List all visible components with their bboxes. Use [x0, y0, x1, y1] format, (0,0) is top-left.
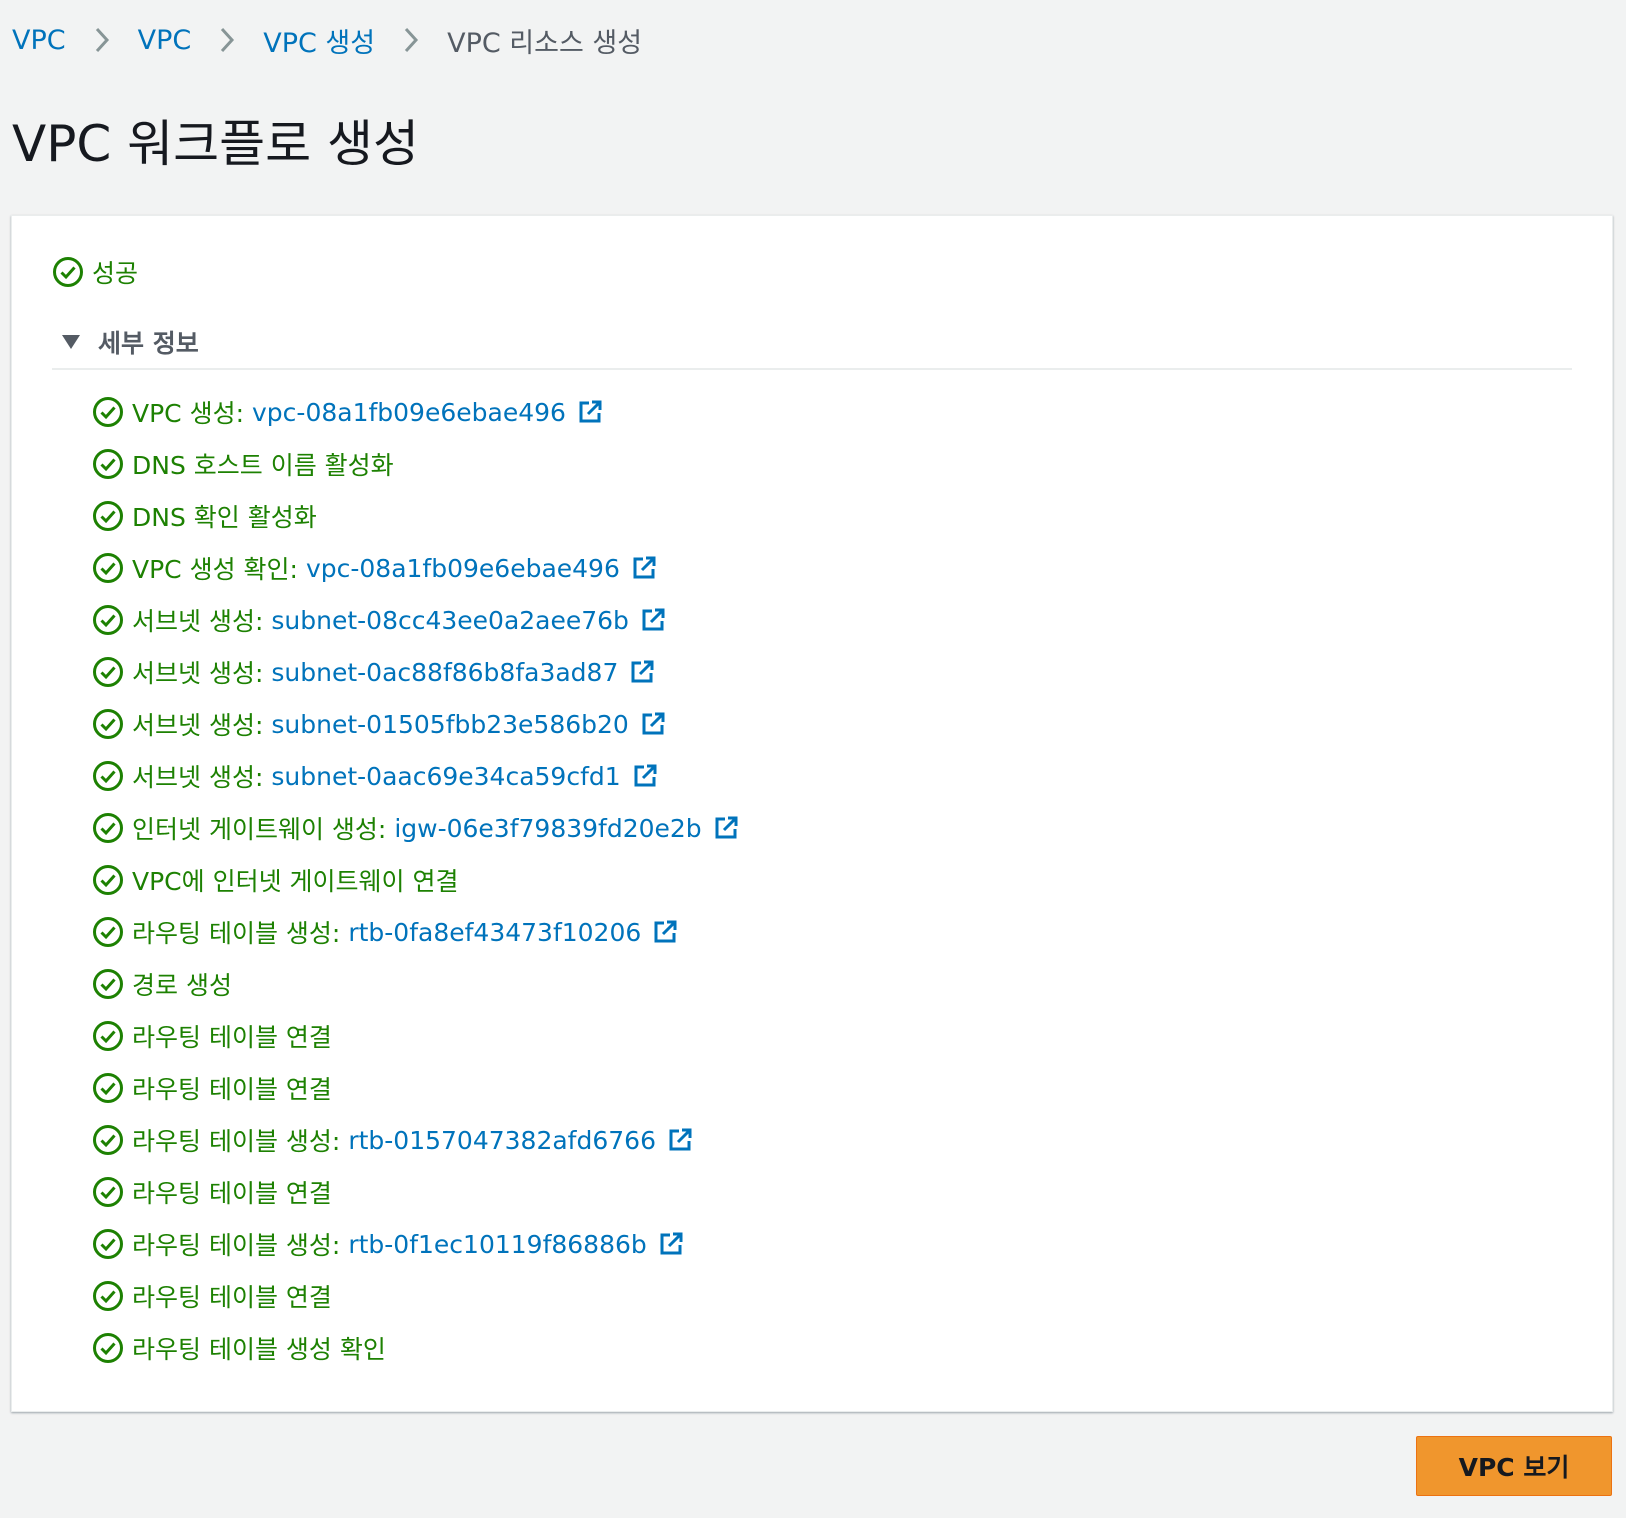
step-item: DNS 확인 활성화 [92, 490, 740, 542]
step-item: VPC 생성: vpc-08a1fb09e6ebae496 [92, 386, 740, 438]
breadcrumb: VPC VPC VPC 생성 VPC 리소스 생성 [12, 18, 642, 62]
step-item: 라우팅 테이블 생성: rtb-0157047382afd6766 [92, 1114, 740, 1166]
check-circle-icon [92, 604, 124, 636]
chevron-right-icon [375, 18, 447, 62]
breadcrumb-vpc-home[interactable]: VPC [12, 25, 66, 56]
resource-id-link[interactable]: vpc-08a1fb09e6ebae496 [306, 554, 620, 583]
resource-id-link[interactable]: rtb-0f1ec10119f86886b [348, 1230, 646, 1259]
step-label: 경로 생성 [132, 971, 232, 1000]
external-link-icon[interactable] [630, 554, 658, 582]
check-circle-icon [92, 1280, 124, 1312]
step-item: 라우팅 테이블 연결 [92, 1010, 740, 1062]
step-label: DNS 호스트 이름 활성화 [132, 451, 394, 480]
step-label: 라우팅 테이블 생성: [132, 919, 341, 948]
check-circle-icon [92, 500, 124, 532]
status-label: 성공 [92, 259, 139, 288]
step-list: VPC 생성: vpc-08a1fb09e6ebae496 DNS 호스트 이름 활… [92, 386, 740, 1374]
check-circle-icon [92, 1020, 124, 1052]
external-link-icon[interactable] [712, 814, 740, 842]
step-label: 라우팅 테이블 연결 [132, 1179, 332, 1208]
check-circle-icon [52, 256, 84, 288]
step-item: 서브넷 생성: subnet-08cc43ee0a2aee76b [92, 594, 740, 646]
step-label: 라우팅 테이블 연결 [132, 1075, 332, 1104]
check-circle-icon [92, 916, 124, 948]
check-circle-icon [92, 448, 124, 480]
step-item: 라우팅 테이블 생성 확인 [92, 1322, 740, 1374]
resource-id-link[interactable]: rtb-0fa8ef43473f10206 [348, 918, 641, 947]
check-circle-icon [92, 968, 124, 1000]
breadcrumb-vpc[interactable]: VPC [138, 25, 192, 56]
step-label: 서브넷 생성: [132, 711, 264, 740]
external-link-icon[interactable] [657, 1230, 685, 1258]
step-item: 경로 생성 [92, 958, 740, 1010]
step-item: 서브넷 생성: subnet-0ac88f86b8fa3ad87 [92, 646, 740, 698]
step-item: 서브넷 생성: subnet-0aac69e34ca59cfd1 [92, 750, 740, 802]
check-circle-icon [92, 760, 124, 792]
caret-down-icon [60, 331, 82, 353]
step-label: VPC에 인터넷 게이트웨이 연결 [132, 867, 459, 896]
status-success: 성공 [52, 252, 138, 292]
resource-id-link[interactable]: subnet-0aac69e34ca59cfd1 [271, 762, 620, 791]
step-label: 서브넷 생성: [132, 659, 264, 688]
check-circle-icon [92, 1332, 124, 1364]
external-link-icon[interactable] [639, 606, 667, 634]
step-item: 라우팅 테이블 연결 [92, 1270, 740, 1322]
step-label: 인터넷 게이트웨이 생성: [132, 815, 387, 844]
step-item: 라우팅 테이블 생성: rtb-0f1ec10119f86886b [92, 1218, 740, 1270]
step-label: 라우팅 테이블 연결 [132, 1283, 332, 1312]
resource-id-link[interactable]: rtb-0157047382afd6766 [348, 1126, 656, 1155]
check-circle-icon [92, 552, 124, 584]
step-item: 라우팅 테이블 연결 [92, 1166, 740, 1218]
check-circle-icon [92, 396, 124, 428]
breadcrumb-create-vpc[interactable]: VPC 생성 [263, 21, 375, 60]
step-label: VPC 생성: [132, 399, 245, 428]
external-link-icon[interactable] [651, 918, 679, 946]
step-label: 라우팅 테이블 생성: [132, 1127, 341, 1156]
check-circle-icon [92, 864, 124, 896]
step-label: 라우팅 테이블 연결 [132, 1023, 332, 1052]
details-label: 세부 정보 [98, 329, 199, 358]
check-circle-icon [92, 656, 124, 688]
step-label: 서브넷 생성: [132, 607, 264, 636]
check-circle-icon [92, 812, 124, 844]
page-title: VPC 워크플로 생성 [12, 115, 420, 173]
workflow-result-panel: 성공 세부 정보 VPC 생성: vpc-08a1fb09e6ebae496 DNS… [11, 215, 1613, 1412]
step-item: 라우팅 테이블 연결 [92, 1062, 740, 1114]
details-expander[interactable]: 세부 정보 [60, 322, 199, 362]
step-item: VPC에 인터넷 게이트웨이 연결 [92, 854, 740, 906]
external-link-icon[interactable] [628, 658, 656, 686]
divider [52, 368, 1572, 370]
resource-id-link[interactable]: vpc-08a1fb09e6ebae496 [252, 398, 566, 427]
external-link-icon[interactable] [666, 1126, 694, 1154]
step-label: 서브넷 생성: [132, 763, 264, 792]
step-label: VPC 생성 확인: [132, 555, 298, 584]
resource-id-link[interactable]: subnet-01505fbb23e586b20 [271, 710, 628, 739]
step-item: 서브넷 생성: subnet-01505fbb23e586b20 [92, 698, 740, 750]
external-link-icon[interactable] [639, 710, 667, 738]
resource-id-link[interactable]: subnet-0ac88f86b8fa3ad87 [271, 658, 618, 687]
chevron-right-icon [66, 18, 138, 62]
check-circle-icon [92, 1176, 124, 1208]
step-item: 인터넷 게이트웨이 생성: igw-06e3f79839fd20e2b [92, 802, 740, 854]
check-circle-icon [92, 1072, 124, 1104]
step-label: 라우팅 테이블 생성 확인 [132, 1335, 386, 1364]
resource-id-link[interactable]: subnet-08cc43ee0a2aee76b [271, 606, 629, 635]
breadcrumb-current: VPC 리소스 생성 [447, 27, 643, 59]
check-circle-icon [92, 1124, 124, 1156]
step-item: DNS 호스트 이름 활성화 [92, 438, 740, 490]
check-circle-icon [92, 708, 124, 740]
step-item: VPC 생성 확인: vpc-08a1fb09e6ebae496 [92, 542, 740, 594]
external-link-icon[interactable] [576, 398, 604, 426]
chevron-right-icon [191, 18, 263, 62]
step-label: 라우팅 테이블 생성: [132, 1231, 341, 1260]
external-link-icon[interactable] [631, 762, 659, 790]
step-label: DNS 확인 활성화 [132, 503, 317, 532]
resource-id-link[interactable]: igw-06e3f79839fd20e2b [394, 814, 701, 843]
view-vpc-button[interactable]: VPC 보기 [1416, 1436, 1612, 1496]
check-circle-icon [92, 1228, 124, 1260]
step-item: 라우팅 테이블 생성: rtb-0fa8ef43473f10206 [92, 906, 740, 958]
